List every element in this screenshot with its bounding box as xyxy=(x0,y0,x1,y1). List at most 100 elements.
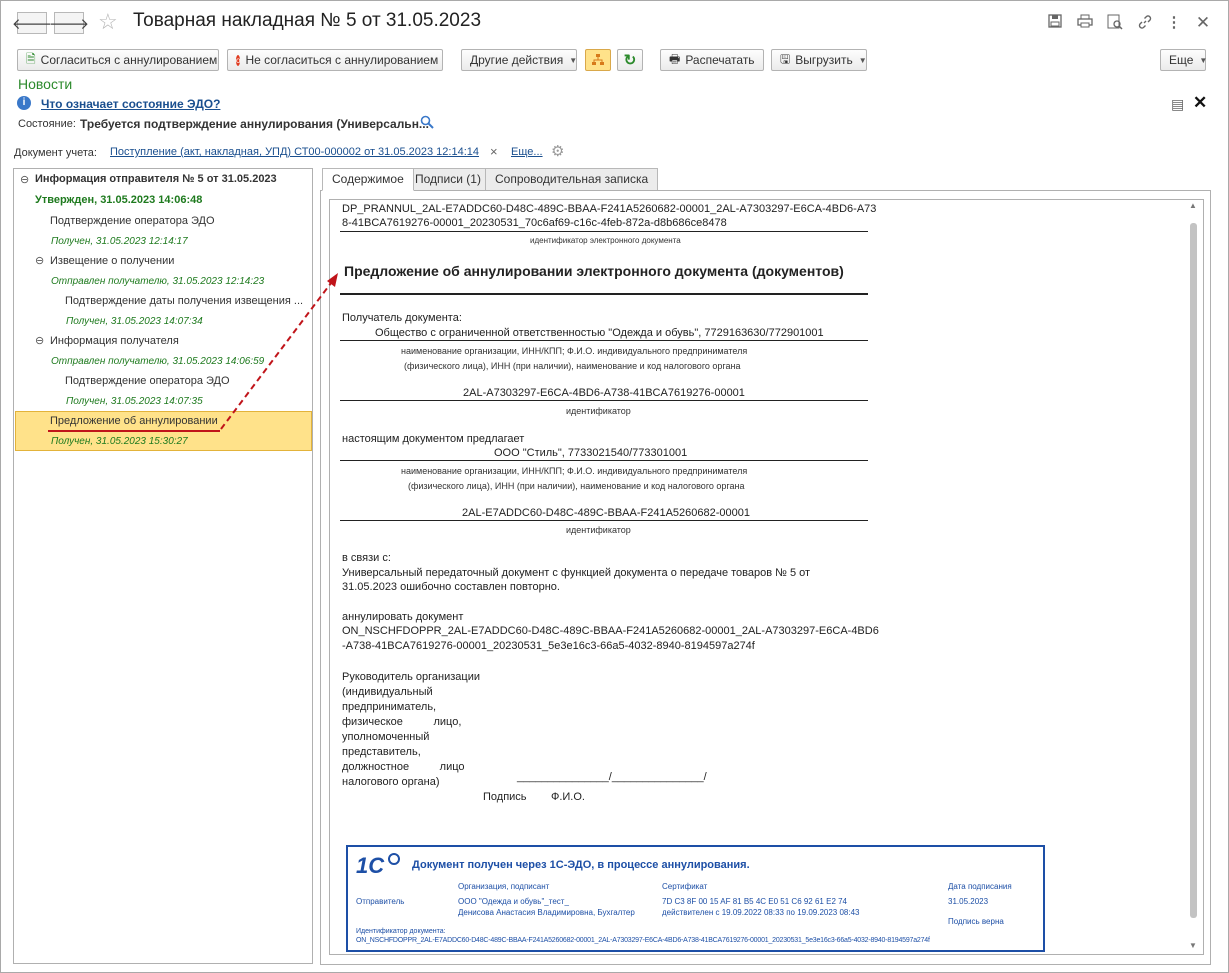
content-frame: DP_PRANNUL_2AL-E7ADDC60-D48C-489C-BBAA-F… xyxy=(320,190,1211,965)
account-doc-link[interactable]: Поступление (акт, накладная, УПД) СТ00-0… xyxy=(110,146,479,158)
stamp-docid: ON_NSCHFDOPPR_2AL-E7ADDC60-D48C-489C-BBA… xyxy=(356,937,930,944)
dropdown-caret-icon: ▼ xyxy=(569,55,578,65)
signature-line: _______________/_______________/ xyxy=(517,771,707,783)
stamp-valid: действителен с 19.09.2022 08:33 по 19.09… xyxy=(662,908,860,917)
clear-icon[interactable]: × xyxy=(490,144,498,159)
id-caption: идентификатор xyxy=(566,525,631,535)
scrollbar-thumb[interactable] xyxy=(1190,223,1197,918)
refresh-icon: ↻ xyxy=(623,52,637,69)
tab-signatures[interactable]: Подписи (1) xyxy=(405,168,491,191)
stamp-col-date: Дата подписания xyxy=(948,882,1012,891)
floppy-icon: 🖫 xyxy=(780,51,791,66)
tree-item-timestamp: Получен, 31.05.2023 12:14:17 xyxy=(51,236,188,247)
head-line: физическое лицо, xyxy=(342,716,462,728)
tree-item-timestamp: Отправлен получателю, 31.05.2023 14:06:5… xyxy=(51,356,265,367)
stamp-cert: 7D C3 8F 00 15 AF 81 B5 4C E0 51 C6 92 6… xyxy=(662,897,848,906)
stamp-org: ООО "Одежда и обувь"_тест_ xyxy=(458,897,569,906)
edo-state-help-link[interactable]: Что означает состояние ЭДО? xyxy=(41,97,220,111)
proposer-id: 2AL-E7ADDC60-D48C-489C-BBAA-F241A5260682… xyxy=(462,507,750,519)
window-title: Товарная накладная № 5 от 31.05.2023 xyxy=(133,10,482,31)
favorite-star-icon[interactable]: ☆ xyxy=(98,9,118,35)
signature-caption: Подпись Ф.И.О. xyxy=(483,791,585,803)
tree-approved-status: Утвержден, 31.05.2023 14:06:48 xyxy=(35,194,203,206)
tree-item-receipt-notice[interactable]: Извещение о получении xyxy=(50,255,174,267)
head-line: (индивидуальный xyxy=(342,686,433,698)
tree-item-notice-date-confirmation[interactable]: Подтверждение даты получения извещения .… xyxy=(65,295,303,307)
stamp-date: 31.05.2023 xyxy=(948,897,989,906)
recipient-value: Общество с ограниченной ответственностью… xyxy=(375,327,824,339)
proposer-value: ООО "Стиль", 7733021540/773301001 xyxy=(494,447,688,459)
hierarchy-icon xyxy=(592,54,604,65)
reason-label: в связи с: xyxy=(342,552,391,564)
collapse-icon[interactable]: ⊖ xyxy=(35,254,44,267)
printer-icon: 🖶 xyxy=(669,51,681,66)
edo-stamp: 1С Документ получен через 1С-ЭДО, в проц… xyxy=(346,845,1045,952)
account-doc-more-link[interactable]: Еще... xyxy=(511,146,543,158)
1c-logo-ring-icon xyxy=(388,853,400,865)
tree-item-timestamp: Получен, 31.05.2023 15:30:27 xyxy=(51,436,188,447)
collapse-icon[interactable]: ⊖ xyxy=(20,173,29,186)
recipient-label: Получатель документа: xyxy=(342,312,462,324)
document-tree: ⊖ Информация отправителя № 5 от 31.05.20… xyxy=(13,168,313,964)
tree-root[interactable]: Информация отправителя № 5 от 31.05.2023 xyxy=(35,173,277,185)
preview-icon[interactable] xyxy=(1106,14,1124,32)
document-heading: Предложение об аннулировании электронног… xyxy=(344,263,844,279)
agree-annul-label: Согласиться с аннулированием xyxy=(40,53,218,67)
forward-button[interactable]: 🡒 xyxy=(49,12,89,34)
scroll-up-icon[interactable]: ▲ xyxy=(1189,201,1197,210)
settings-gear-icon[interactable]: ⚙ xyxy=(551,142,564,160)
annul-label: аннулировать документ xyxy=(342,611,464,623)
arrow-right-icon: 🡒 xyxy=(48,15,90,33)
print-icon[interactable] xyxy=(1076,14,1094,32)
reason-line-2: 31.05.2023 ошибочно составлен повторно. xyxy=(342,581,560,593)
agree-annul-button[interactable]: 🗎 Согласиться с аннулированием xyxy=(17,49,219,71)
save-icon[interactable] xyxy=(1046,14,1064,32)
link-icon[interactable] xyxy=(1136,14,1154,32)
document-view: DP_PRANNUL_2AL-E7ADDC60-D48C-489C-BBAA-F… xyxy=(329,199,1204,955)
export-button[interactable]: 🖫 Выгрузить ▼ xyxy=(771,49,867,71)
org-caption-1: наименование организации, ИНН/КПП; Ф.И.О… xyxy=(401,346,748,356)
back-button[interactable]: 🡐 xyxy=(12,12,52,34)
annul-line-2: -A738-41BCA7619276-00001_20230531_5e3e16… xyxy=(342,640,755,652)
more-button[interactable]: Еще ▼ xyxy=(1160,49,1207,71)
other-actions-button[interactable]: Другие действия ▼ xyxy=(461,49,577,71)
stamp-sig-ok: Подпись верна xyxy=(948,917,1004,926)
structure-toggle-button[interactable] xyxy=(585,49,611,71)
stamp-docid-label: Идентификатор документа: xyxy=(356,928,446,935)
reason-line-1: Универсальный передаточный документ с фу… xyxy=(342,567,811,579)
tab-cover-note[interactable]: Сопроводительная записка xyxy=(485,168,659,191)
tree-item-operator-confirmation-2[interactable]: Подтверждение оператора ЭДО xyxy=(65,375,230,387)
account-doc-label: Документ учета: xyxy=(14,147,97,159)
dropdown-caret-icon: ▼ xyxy=(858,55,867,65)
refresh-button[interactable]: ↻ xyxy=(617,49,643,71)
tree-item-recipient-info[interactable]: Информация получателя xyxy=(50,335,179,347)
close-panel-icon[interactable]: ✕ xyxy=(1193,93,1207,113)
approve-doc-icon: 🗎 xyxy=(26,51,36,66)
collapse-icon[interactable]: ⊖ xyxy=(35,334,44,347)
file-id-caption: идентификатор электронного документа xyxy=(530,236,681,245)
stamp-col-org: Организация, подписант xyxy=(458,882,550,891)
tree-item-operator-confirmation[interactable]: Подтверждение оператора ЭДО xyxy=(50,215,215,227)
tree-item-timestamp: Отправлен получателю, 31.05.2023 12:14:2… xyxy=(51,276,265,287)
disagree-annul-label: Не согласиться с аннулированием xyxy=(245,53,439,67)
more-vertical-icon[interactable]: ⋮ xyxy=(1165,14,1183,32)
news-link[interactable]: Новости xyxy=(18,76,72,92)
disagree-annul-button[interactable]: o Не согласиться с аннулированием xyxy=(227,49,443,71)
file-id-line-1: DP_PRANNUL_2AL-E7ADDC60-D48C-489C-BBAA-F… xyxy=(342,203,877,215)
more-label: Еще xyxy=(1169,53,1194,67)
print-button[interactable]: 🖶 Распечатать xyxy=(660,49,764,71)
close-window-icon[interactable]: ✕ xyxy=(1194,14,1212,32)
vertical-scrollbar[interactable]: ▲ ▼ xyxy=(1189,201,1199,953)
report-icon[interactable]: ▤ xyxy=(1171,96,1184,113)
stamp-person: Денисова Анастасия Владимировна, Бухгалт… xyxy=(458,908,635,917)
tab-content[interactable]: Содержимое xyxy=(322,168,414,191)
window: 🡐 🡒 ☆ Товарная накладная № 5 от 31.05.20… xyxy=(0,0,1229,973)
reject-icon: o xyxy=(236,54,241,66)
scroll-down-icon[interactable]: ▼ xyxy=(1189,941,1197,950)
search-icon[interactable] xyxy=(420,115,434,132)
tree-item-annul-proposal[interactable]: Предложение об аннулировании xyxy=(50,415,218,427)
annul-line-1: ON_NSCHFDOPPR_2AL-E7ADDC60-D48C-489C-BBA… xyxy=(342,625,879,637)
info-icon: i xyxy=(17,96,31,110)
arrow-left-icon: 🡐 xyxy=(11,15,53,33)
print-label: Распечатать xyxy=(685,53,755,67)
